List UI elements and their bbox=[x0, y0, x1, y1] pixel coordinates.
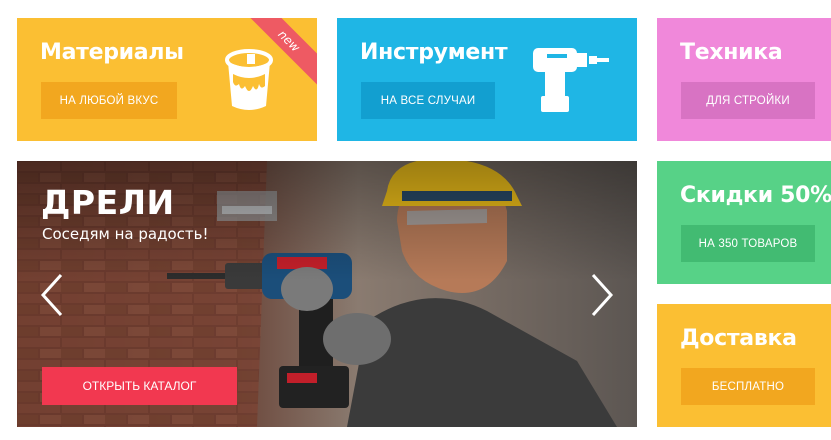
chevron-right-icon[interactable] bbox=[589, 273, 615, 317]
tile-materials[interactable]: Материалы На любой вкус new bbox=[17, 18, 317, 141]
tech-button[interactable]: Для стройки bbox=[681, 82, 815, 119]
hero-title: ДРЕЛИ bbox=[41, 183, 175, 222]
materials-button[interactable]: На любой вкус bbox=[41, 82, 177, 119]
chevron-left-icon[interactable] bbox=[39, 273, 65, 317]
tile-tools-title: Инструмент bbox=[360, 40, 508, 65]
sale-button[interactable]: На 350 товаров bbox=[681, 225, 815, 262]
hero-banner: ДРЕЛИ Соседям на радость! Открыть катало… bbox=[17, 161, 637, 427]
delivery-button[interactable]: Бесплатно bbox=[681, 368, 815, 405]
tile-sale[interactable]: Скидки 50% На 350 товаров bbox=[657, 161, 831, 284]
paint-bucket-icon bbox=[225, 49, 273, 110]
tile-delivery-title: Доставка bbox=[680, 326, 797, 351]
tile-tech-title: Техника bbox=[680, 40, 783, 65]
tile-materials-title: Материалы bbox=[40, 40, 184, 65]
tile-delivery[interactable]: Доставка Бесплатно bbox=[657, 304, 831, 427]
tools-button[interactable]: На все случаи bbox=[361, 82, 495, 119]
hero-subtitle: Соседям на радость! bbox=[42, 225, 209, 243]
drill-icon bbox=[533, 48, 609, 112]
tile-sale-title: Скидки 50% bbox=[680, 183, 831, 208]
open-catalog-button[interactable]: Открыть каталог bbox=[42, 367, 237, 405]
tile-tech[interactable]: Техника Для стройки bbox=[657, 18, 831, 141]
tile-tools[interactable]: Инструмент На все случаи bbox=[337, 18, 637, 141]
